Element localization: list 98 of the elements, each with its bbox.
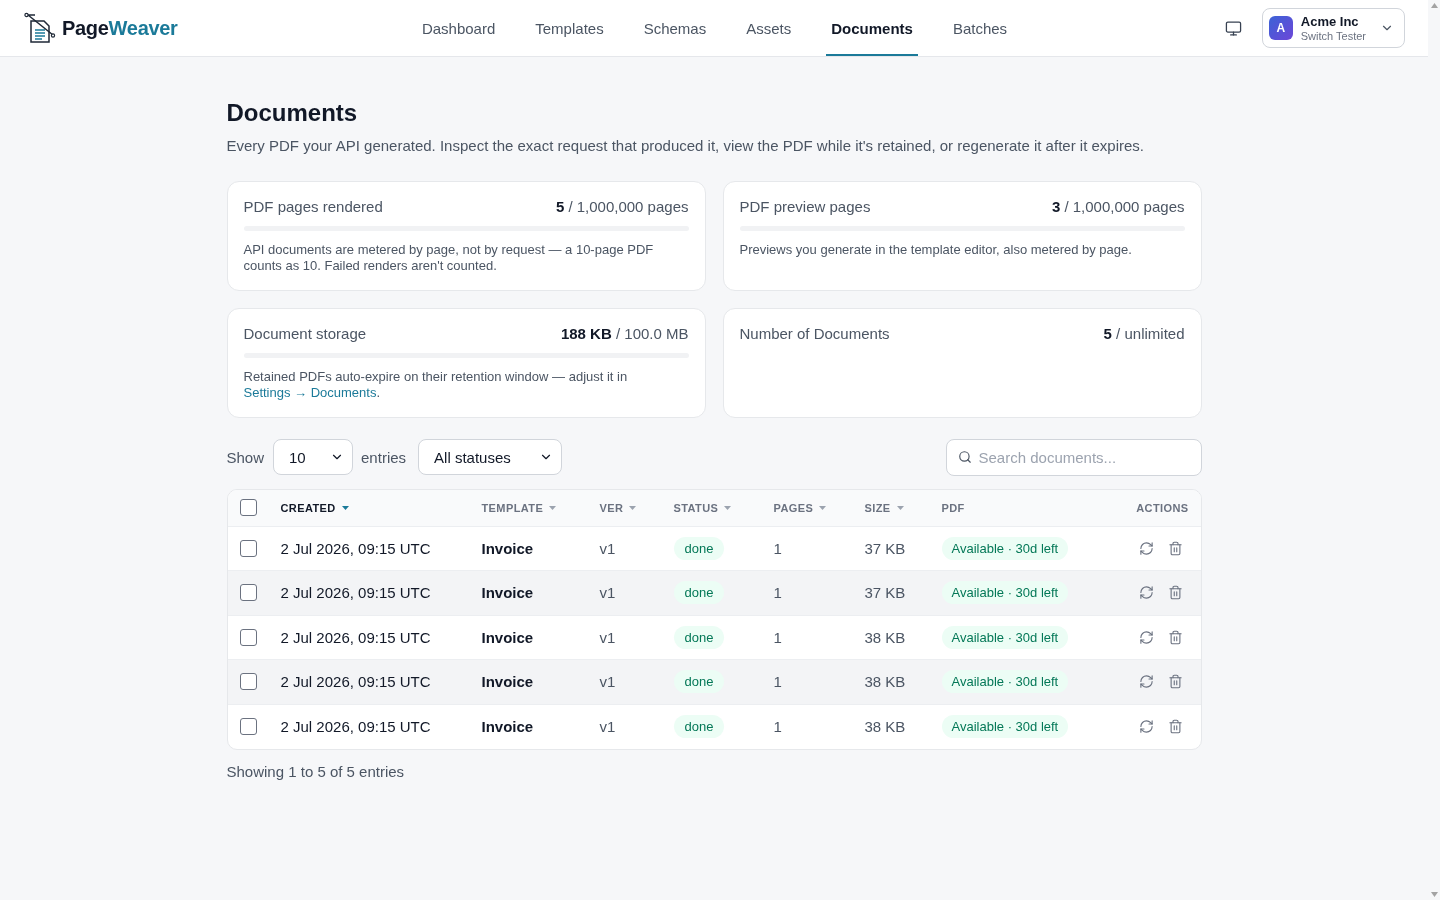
row-checkbox[interactable]: [239, 584, 257, 602]
column-header[interactable]: CREATED: [268, 490, 470, 526]
size-cell: 38 KB: [864, 628, 906, 646]
column-header[interactable]: SIZE: [852, 490, 930, 526]
search-field[interactable]: Search documents...: [945, 438, 1202, 476]
refresh-icon[interactable]: [1138, 719, 1154, 734]
usage-value: 188 KB / 100.0 MB: [560, 324, 689, 344]
trash-icon[interactable]: [1167, 540, 1183, 556]
pdf-availability-badge: Available · 30d left: [941, 670, 1069, 694]
search-icon: [957, 449, 972, 464]
row-checkbox[interactable]: [239, 673, 257, 691]
version-cell: v1: [599, 584, 616, 602]
column-header[interactable]: VER: [587, 490, 662, 526]
template-cell: Invoice: [481, 584, 534, 602]
usage-note: API documents are metered by page, not by request — a 10-page PDF counts as 10. Failed renders aren't counted.: [243, 242, 655, 274]
trash-icon[interactable]: [1167, 629, 1183, 645]
size-cell: 38 KB: [864, 718, 906, 735]
version-cell: v1: [599, 628, 616, 646]
sort-caret-icon: [896, 505, 904, 510]
created-cell: 2 Jul 2026, 09:15 UTC: [280, 584, 431, 602]
entries-label: entries: [361, 448, 407, 466]
created-cell: 2 Jul 2026, 09:15 UTC: [280, 628, 431, 646]
pdf-availability-badge: Available · 30d left: [941, 536, 1069, 560]
usage-title: Number of Documents: [739, 324, 890, 344]
status-badge: done: [673, 625, 725, 649]
status-badge: done: [673, 581, 725, 605]
nav-tab[interactable]: Documents: [826, 0, 918, 56]
template-cell: Invoice: [481, 628, 534, 646]
pdf-availability-badge: Available · 30d left: [941, 715, 1069, 738]
trash-icon[interactable]: [1167, 674, 1183, 690]
created-cell: 2 Jul 2026, 09:15 UTC: [280, 718, 431, 735]
column-header[interactable]: TEMPLATE: [469, 490, 588, 526]
sort-caret-icon: [629, 505, 637, 510]
row-checkbox[interactable]: [239, 539, 257, 557]
page-size-select[interactable]: 10: [273, 439, 354, 475]
refresh-icon[interactable]: [1138, 540, 1154, 556]
account-name: Acme Inc: [1300, 13, 1359, 29]
status-badge: done: [673, 670, 725, 694]
usage-title: PDF preview pages: [739, 197, 871, 217]
usage-value: 3 / 1,000,000 pages: [1051, 197, 1185, 217]
select-all-checkbox[interactable]: [239, 499, 257, 517]
monitor-icon[interactable]: [1224, 19, 1242, 37]
usage-note: Retained PDFs auto-expire on their retention window — adjust it in Settings → Documents.: [243, 369, 629, 401]
sort-caret-icon: [549, 505, 557, 510]
nav-tab[interactable]: Batches: [947, 0, 1013, 56]
column-header[interactable]: STATUS: [661, 490, 762, 526]
refresh-icon[interactable]: [1138, 629, 1154, 645]
nav-tab[interactable]: Templates: [530, 0, 609, 56]
show-label: Show: [226, 448, 265, 466]
refresh-icon[interactable]: [1138, 674, 1154, 690]
account-switcher[interactable]: A Acme Inc Switch Tester: [1261, 8, 1405, 48]
document-logo-icon: [24, 12, 56, 44]
created-cell: 2 Jul 2026, 09:15 UTC: [280, 539, 431, 557]
pages-cell: 1: [773, 628, 782, 646]
version-cell: v1: [599, 718, 616, 735]
page-title: Documents: [226, 98, 359, 128]
usage-note: Previews you generate in the template editor, also metered by page.: [739, 242, 1133, 258]
column-header: PDF: [929, 490, 1120, 526]
usage-value: 5 / 1,000,000 pages: [555, 197, 689, 217]
column-header: ACTIONS: [1119, 490, 1201, 526]
pages-cell: 1: [773, 718, 782, 735]
sort-caret-icon: [341, 505, 349, 510]
avatar: A: [1268, 16, 1293, 40]
created-cell: 2 Jul 2026, 09:15 UTC: [280, 673, 431, 691]
size-cell: 37 KB: [864, 539, 906, 557]
template-cell: Invoice: [481, 539, 534, 557]
row-checkbox[interactable]: [239, 628, 257, 646]
size-cell: 38 KB: [864, 673, 906, 691]
status-badge: done: [673, 715, 725, 738]
status-badge: done: [673, 536, 725, 560]
row-checkbox[interactable]: [239, 718, 257, 735]
template-cell: Invoice: [481, 718, 534, 735]
pages-cell: 1: [773, 584, 782, 602]
brand-name[interactable]: PageWeaver: [62, 16, 178, 40]
trash-icon[interactable]: [1167, 719, 1183, 734]
usage-value: 5 / unlimited: [1103, 324, 1185, 344]
entries-summary: Showing 1 to 5 of 5 entries: [226, 761, 406, 782]
column-header[interactable]: PAGES: [761, 490, 853, 526]
page-description: Every PDF your API generated. Inspect the exact request that produced it, view the PDF while it's retained, or regenerate it after it expires.: [226, 136, 1145, 156]
version-cell: v1: [599, 539, 616, 557]
sort-caret-icon: [819, 505, 827, 510]
size-cell: 37 KB: [864, 584, 906, 602]
nav-tab[interactable]: Dashboard: [416, 0, 501, 56]
pages-cell: 1: [773, 673, 782, 691]
refresh-icon[interactable]: [1138, 585, 1154, 601]
pdf-availability-badge: Available · 30d left: [941, 625, 1069, 649]
nav-tab[interactable]: Assets: [741, 0, 797, 56]
pages-cell: 1: [773, 539, 782, 557]
version-cell: v1: [599, 673, 616, 691]
usage-title: PDF pages rendered: [243, 197, 383, 217]
template-cell: Invoice: [481, 673, 534, 691]
nav-tab[interactable]: Schemas: [638, 0, 712, 56]
account-subtitle: Switch Tester: [1300, 28, 1366, 43]
pdf-availability-badge: Available · 30d left: [941, 581, 1069, 605]
sort-caret-icon: [724, 505, 732, 510]
usage-title: Document storage: [243, 324, 367, 344]
status-filter-select[interactable]: All statuses: [418, 439, 563, 475]
trash-icon[interactable]: [1167, 585, 1183, 601]
